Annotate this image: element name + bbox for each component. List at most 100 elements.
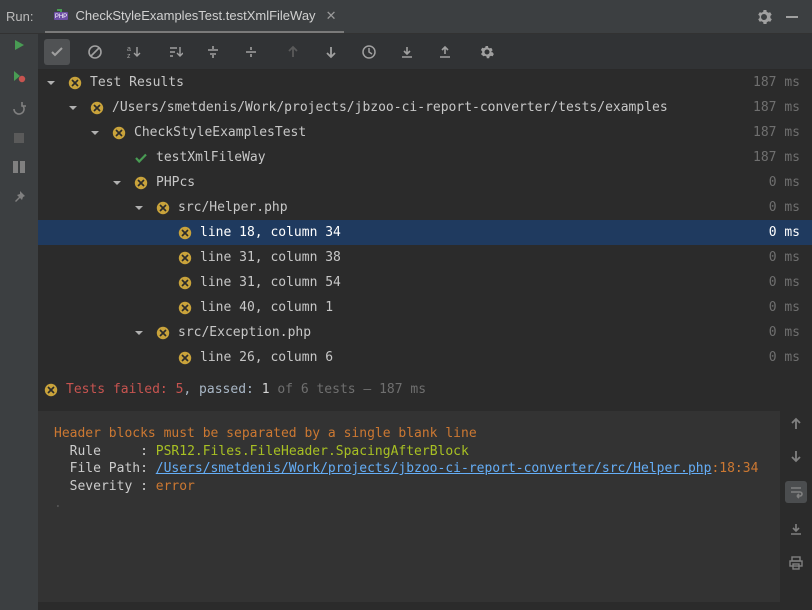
- chevron-down-icon[interactable]: [134, 203, 154, 213]
- php-file-icon: PHP: [53, 8, 69, 24]
- console-rule-value: PSR12.Files.FileHeader.SpacingAfterBlock: [156, 444, 469, 459]
- fail-icon: [176, 276, 194, 290]
- stop-icon[interactable]: [13, 132, 25, 144]
- next-fail-icon[interactable]: [318, 39, 344, 65]
- tree-node-timing: 0 ms: [769, 250, 800, 265]
- fail-icon: [154, 201, 172, 215]
- tab-title: CheckStyleExamplesTest.testXmlFileWay: [75, 8, 315, 23]
- tree-node[interactable]: src/Exception.php0 ms: [38, 320, 812, 345]
- close-icon[interactable]: ✕: [326, 8, 337, 24]
- summary-failed-label: Tests failed:: [66, 382, 168, 397]
- tree-node-label: src/Helper.php: [178, 200, 769, 215]
- expand-all-icon[interactable]: [200, 39, 226, 65]
- tree-node-timing: 0 ms: [769, 225, 800, 240]
- chevron-down-icon[interactable]: [90, 128, 110, 138]
- scroll-up-icon[interactable]: [789, 417, 803, 431]
- import-results-icon[interactable]: [394, 39, 420, 65]
- fail-icon: [176, 301, 194, 315]
- summary-tail: of 6 tests – 187 ms: [277, 382, 426, 397]
- console-rule-key: Rule: [54, 444, 101, 459]
- console-path-suffix: :18:34: [711, 461, 758, 476]
- tree-node[interactable]: PHPcs0 ms: [38, 170, 812, 195]
- sort-alpha-icon[interactable]: az: [120, 39, 146, 65]
- fail-icon: [132, 176, 150, 190]
- summary-passed-count: 1: [262, 382, 270, 397]
- tree-node[interactable]: line 31, column 540 ms: [38, 270, 812, 295]
- minimize-icon[interactable]: [784, 9, 800, 25]
- prev-fail-icon[interactable]: [280, 39, 306, 65]
- chevron-down-icon[interactable]: [112, 178, 132, 188]
- run-label: Run:: [6, 9, 33, 24]
- tree-node[interactable]: CheckStyleExamplesTest187 ms: [38, 120, 812, 145]
- fail-icon: [66, 76, 84, 90]
- fail-icon: [110, 126, 128, 140]
- console-sev-value: error: [156, 479, 195, 494]
- tree-node-label: line 31, column 38: [200, 250, 769, 265]
- print-icon[interactable]: [788, 555, 804, 571]
- pass-icon: [132, 151, 150, 165]
- tree-node[interactable]: src/Helper.php0 ms: [38, 195, 812, 220]
- console-sev-key: Severity: [54, 479, 140, 494]
- tree-node-label: line 18, column 34: [200, 225, 769, 240]
- pin-icon[interactable]: [12, 190, 26, 204]
- tree-node-timing: 0 ms: [769, 275, 800, 290]
- toggle-auto-test-icon[interactable]: [11, 100, 27, 116]
- fail-icon: [154, 326, 172, 340]
- scroll-down-icon[interactable]: [789, 449, 803, 463]
- tree-node-label: PHPcs: [156, 175, 769, 190]
- tree-node-label: line 31, column 54: [200, 275, 769, 290]
- tree-node-label: CheckStyleExamplesTest: [134, 125, 753, 140]
- layout-icon[interactable]: [12, 160, 26, 174]
- tree-node-timing: 0 ms: [769, 350, 800, 365]
- summary-fail-icon: [44, 383, 58, 397]
- tree-node-timing: 187 ms: [753, 100, 800, 115]
- fail-icon: [176, 251, 194, 265]
- export-results-icon[interactable]: [432, 39, 458, 65]
- console-path-key: File Path: [54, 461, 140, 476]
- run-icon[interactable]: [12, 38, 26, 52]
- console-message: Header blocks must be separated by a sin…: [54, 426, 477, 441]
- tree-node[interactable]: testXmlFileWay187 ms: [38, 145, 812, 170]
- fail-icon: [176, 351, 194, 365]
- settings-icon[interactable]: [474, 39, 500, 65]
- fail-icon: [176, 226, 194, 240]
- tree-node-timing: 0 ms: [769, 300, 800, 315]
- chevron-down-icon[interactable]: [134, 328, 154, 338]
- console-output: Header blocks must be separated by a sin…: [38, 411, 780, 602]
- svg-text:PHP: PHP: [55, 14, 67, 20]
- chevron-down-icon[interactable]: [68, 103, 88, 113]
- tree-node[interactable]: /Users/smetdenis/Work/projects/jbzoo-ci-…: [38, 95, 812, 120]
- tree-root[interactable]: Test Results187 ms: [38, 70, 812, 95]
- tree-node-timing: 187 ms: [753, 125, 800, 140]
- tree-node-label: testXmlFileWay: [156, 150, 753, 165]
- soft-wrap-icon[interactable]: [785, 481, 807, 503]
- collapse-all-icon[interactable]: [238, 39, 264, 65]
- svg-text:z: z: [127, 53, 131, 60]
- show-passed-icon[interactable]: [44, 39, 70, 65]
- chevron-down-icon[interactable]: [46, 78, 66, 88]
- tree-node-timing: 0 ms: [769, 325, 800, 340]
- gear-icon[interactable]: [756, 9, 772, 25]
- tree-node-label: line 26, column 6: [200, 350, 769, 365]
- tree-node-timing: 187 ms: [753, 150, 800, 165]
- scroll-to-end-icon[interactable]: [788, 521, 804, 537]
- tree-node-timing: 0 ms: [769, 175, 800, 190]
- svg-text:a: a: [127, 46, 131, 53]
- rerun-failed-icon[interactable]: [11, 68, 27, 84]
- tree-node[interactable]: line 31, column 380 ms: [38, 245, 812, 270]
- summary-sep: , passed:: [183, 382, 253, 397]
- history-icon[interactable]: [356, 39, 382, 65]
- tree-node[interactable]: line 18, column 340 ms: [38, 220, 812, 245]
- tree-node-label: src/Exception.php: [178, 325, 769, 340]
- tree-node-timing: 187 ms: [753, 75, 800, 90]
- tree-node-label: /Users/smetdenis/Work/projects/jbzoo-ci-…: [112, 100, 753, 115]
- tree-node[interactable]: line 40, column 10 ms: [38, 295, 812, 320]
- run-tab[interactable]: PHP CheckStyleExamplesTest.testXmlFileWa…: [45, 1, 344, 33]
- show-ignored-icon[interactable]: [82, 39, 108, 65]
- tree-node-label: line 40, column 1: [200, 300, 769, 315]
- tree-node[interactable]: line 26, column 60 ms: [38, 345, 812, 370]
- tree-node-timing: 0 ms: [769, 200, 800, 215]
- console-file-path[interactable]: /Users/smetdenis/Work/projects/jbzoo-ci-…: [156, 461, 712, 476]
- sort-duration-icon[interactable]: [162, 39, 188, 65]
- fail-icon: [88, 101, 106, 115]
